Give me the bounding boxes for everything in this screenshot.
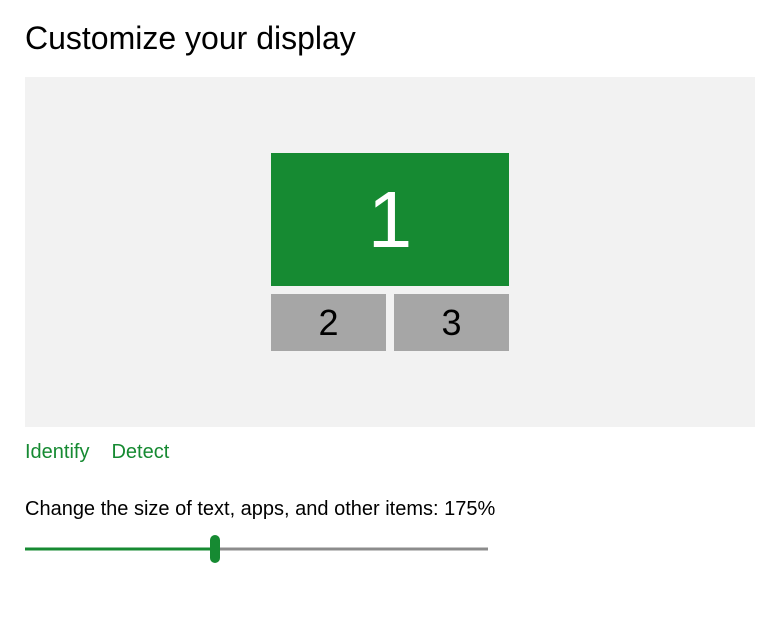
slider-thumb[interactable] [210, 535, 220, 563]
display-action-links: Identify Detect [25, 441, 748, 464]
monitor-row-bottom: 2 3 [271, 294, 509, 351]
monitor-3[interactable]: 3 [394, 294, 509, 351]
identify-link[interactable]: Identify [25, 441, 89, 464]
scale-label: Change the size of text, apps, and other… [25, 498, 748, 521]
detect-link[interactable]: Detect [111, 441, 169, 464]
monitor-row-top: 1 [271, 153, 509, 286]
display-arrangement-panel: 1 2 3 [25, 77, 755, 427]
monitor-2[interactable]: 2 [271, 294, 386, 351]
monitor-1[interactable]: 1 [271, 153, 509, 286]
scale-slider[interactable] [25, 535, 488, 563]
page-title: Customize your display [25, 20, 748, 57]
scale-label-text: Change the size of text, apps, and other… [25, 498, 444, 520]
slider-track-fill [25, 548, 215, 551]
scale-value: 175% [444, 498, 495, 520]
